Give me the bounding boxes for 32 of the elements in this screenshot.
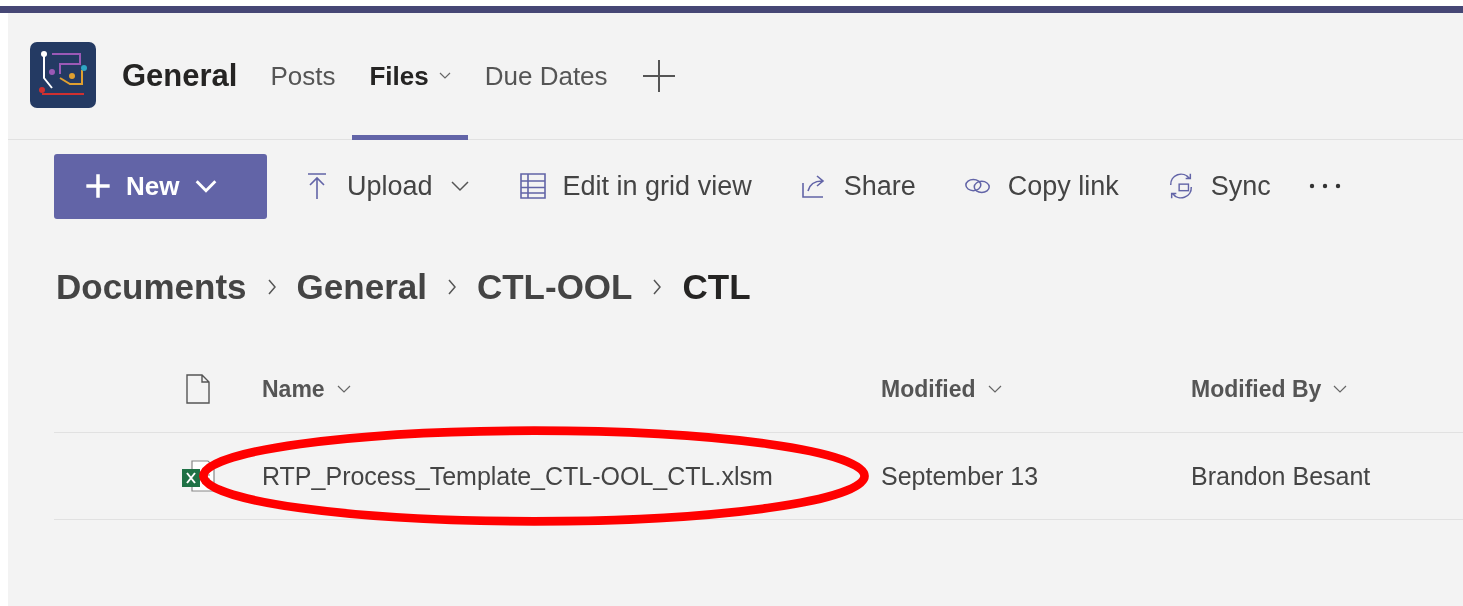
channel-name: General: [122, 58, 238, 94]
sync-button[interactable]: Sync: [1166, 170, 1271, 202]
chevron-right-icon: [446, 278, 457, 296]
modified-date: September 13: [881, 461, 1039, 490]
chevron-right-icon: [652, 278, 663, 296]
link-button[interactable]: Copy link: [963, 170, 1119, 202]
tab[interactable]: Posts: [253, 12, 353, 140]
plus-icon: [84, 172, 112, 200]
column-header[interactable]: Modified By: [1191, 375, 1348, 403]
column-header[interactable]: Modified: [881, 375, 1002, 403]
new-button[interactable]: New: [54, 153, 267, 219]
grid-button[interactable]: Edit in grid view: [518, 170, 752, 202]
file-type-icon: [186, 374, 210, 404]
chevron-right-icon: [266, 278, 277, 296]
tab[interactable]: Due Dates: [467, 12, 625, 140]
breadcrumb-link[interactable]: CTL-OOL: [476, 267, 633, 307]
more-options-icon[interactable]: [1308, 183, 1341, 189]
upload-button[interactable]: Upload: [303, 170, 471, 202]
team-logo-icon: [30, 42, 96, 108]
sort-caret-icon: [1333, 385, 1348, 393]
breadcrumb-link[interactable]: General: [296, 267, 427, 307]
sort-caret-icon: [336, 385, 351, 393]
share-button[interactable]: Share: [799, 170, 916, 202]
breadcrumb-link[interactable]: CTL: [682, 267, 751, 307]
modified-by: Brandon Besant: [1191, 461, 1371, 490]
tab[interactable]: Files: [352, 12, 468, 140]
grid-icon: [518, 172, 547, 200]
column-header[interactable]: Name: [262, 375, 351, 403]
add-tab-icon[interactable]: [642, 60, 675, 92]
spreadsheet-file-icon: [180, 459, 216, 493]
sort-caret-icon: [987, 385, 1002, 393]
breadcrumb-link[interactable]: Documents: [56, 267, 247, 307]
